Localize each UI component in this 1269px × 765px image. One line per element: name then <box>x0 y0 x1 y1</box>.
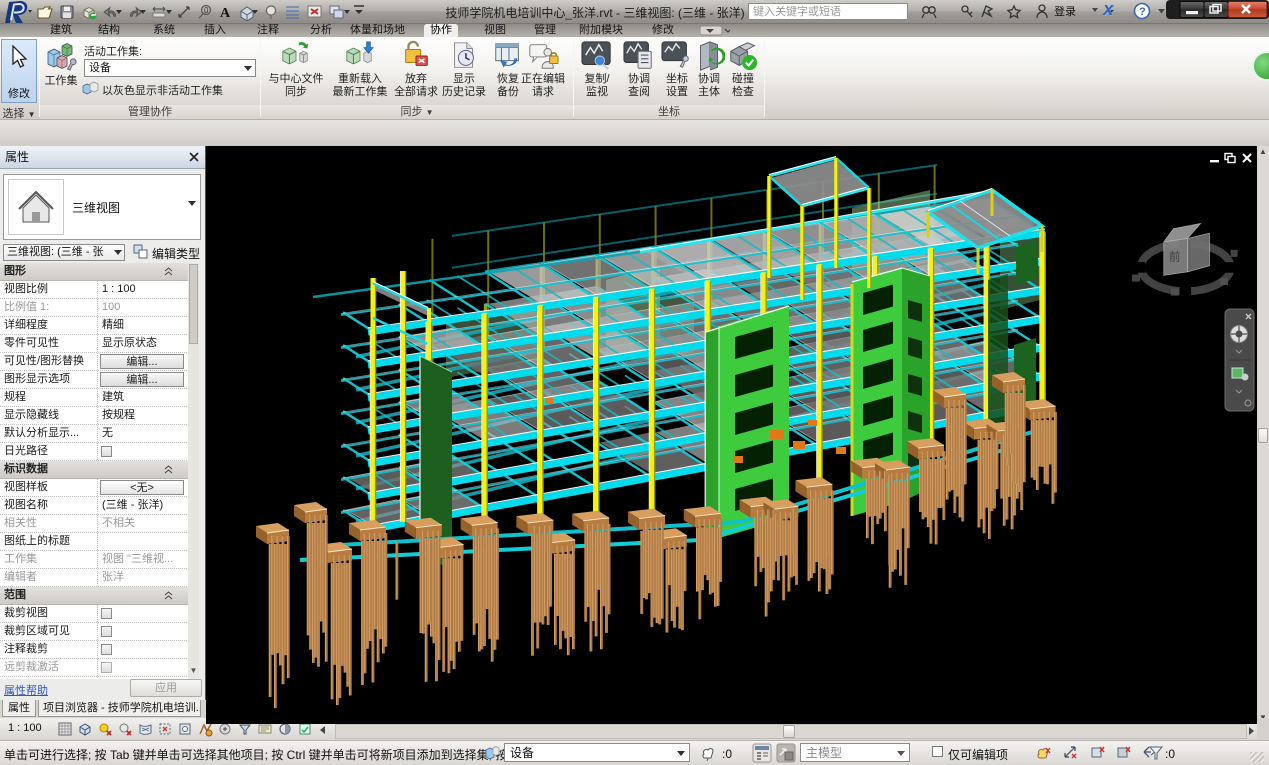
svg-text::0: :0 <box>1165 747 1175 761</box>
svg-text::0: :0 <box>722 747 732 761</box>
svg-text:前: 前 <box>1169 249 1180 263</box>
svg-text:A: A <box>220 6 231 21</box>
svg-text:?: ? <box>1139 6 1146 18</box>
svg-text:0: 0 <box>204 6 209 15</box>
svg-text:登录: 登录 <box>1054 4 1076 18</box>
